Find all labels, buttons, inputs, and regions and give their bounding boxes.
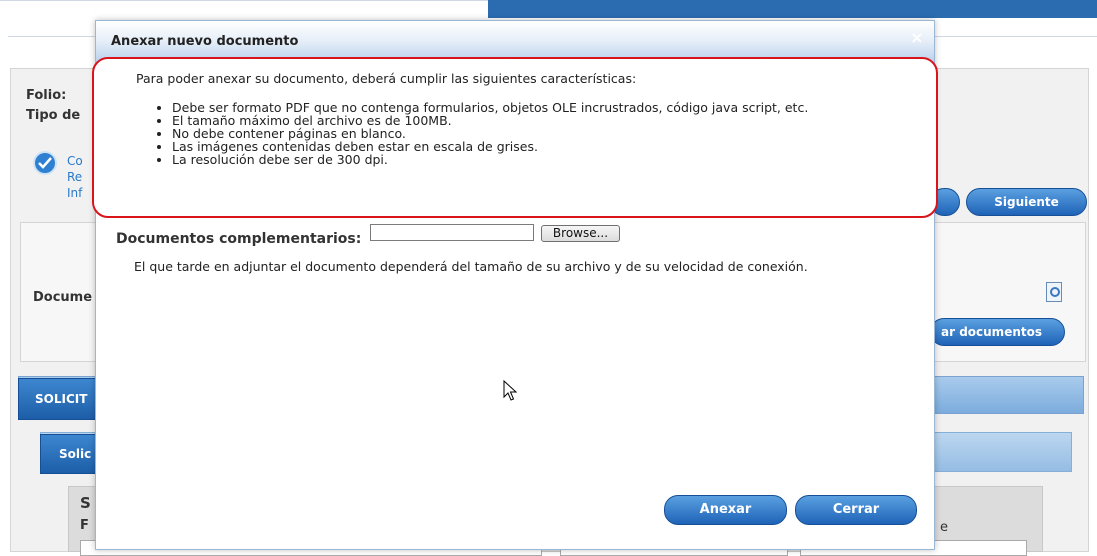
check-circle-icon <box>33 151 57 175</box>
browse-button[interactable]: Browse... <box>541 225 620 242</box>
requirements-intro: Para poder anexar su documento, deberá c… <box>136 71 637 86</box>
field-label: F <box>80 518 89 533</box>
file-path-input[interactable] <box>370 224 534 241</box>
document-search-icon[interactable] <box>1046 282 1062 302</box>
siguiente-button[interactable]: Siguiente <box>966 188 1087 216</box>
upload-note: El que tarde en adjuntar el documento de… <box>134 259 808 274</box>
step-link-1[interactable]: Co <box>67 154 83 168</box>
dialog-title: Anexar nuevo documento <box>111 34 299 49</box>
top-blue-bar <box>488 0 1097 18</box>
anexar-button[interactable]: Anexar <box>664 495 787 525</box>
adjuntar-documentos-button[interactable]: ar documentos <box>930 318 1065 346</box>
step-link-3[interactable]: Inf <box>67 186 82 200</box>
requirements-list: Debe ser formato PDF que no contenga for… <box>160 101 912 166</box>
anexar-documento-dialog: Anexar nuevo documento × Para poder anex… <box>92 20 938 550</box>
requirement-item: La resolución debe ser de 300 dpi. <box>172 153 912 166</box>
step-link-2[interactable]: Re <box>67 170 82 184</box>
right-field-label: e <box>940 520 948 535</box>
cerrar-button[interactable]: Cerrar <box>795 495 917 525</box>
tipo-label: Tipo de <box>26 108 81 123</box>
folio-label: Folio: <box>26 88 67 103</box>
documentos-complementarios-label: Documentos complementarios: <box>116 231 362 247</box>
section-title: S <box>80 494 91 512</box>
mouse-pointer-icon <box>503 379 518 405</box>
close-icon[interactable]: × <box>910 30 924 46</box>
documentos-label: Docume <box>33 290 93 305</box>
